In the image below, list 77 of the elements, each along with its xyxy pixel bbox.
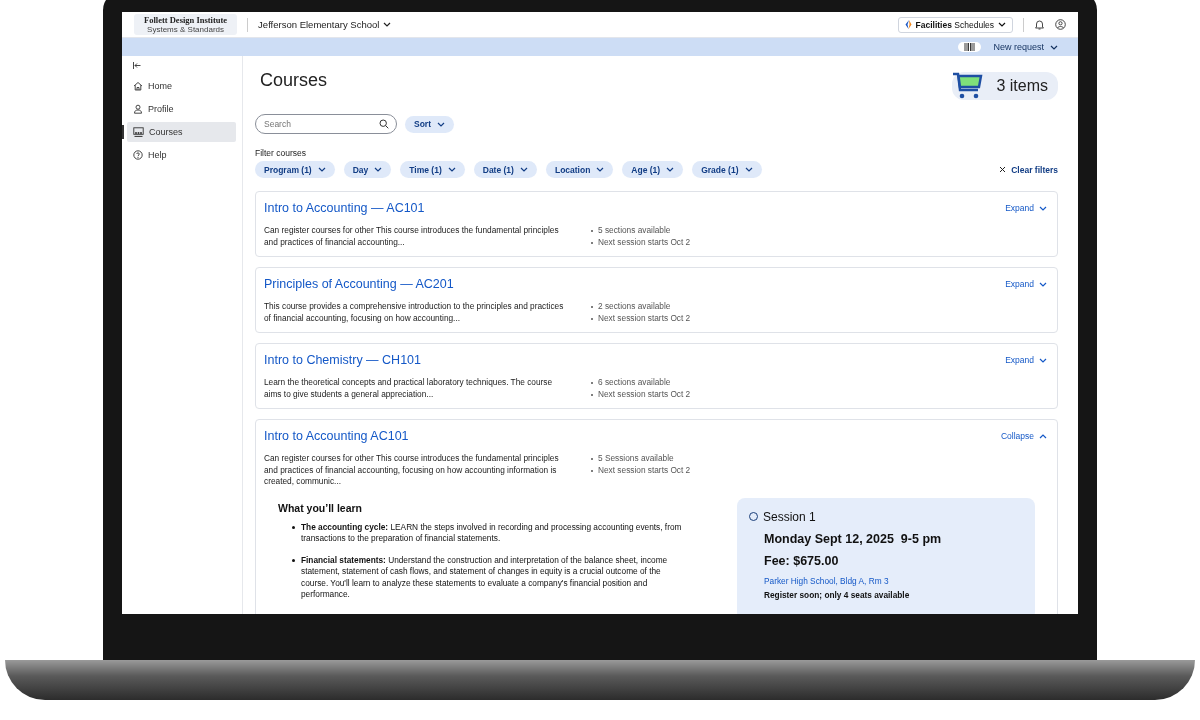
collapse-sidebar-icon[interactable] [133, 62, 141, 69]
seats-note: Register soon; only 4 seats available [764, 589, 911, 600]
cart-button[interactable]: 3 items [952, 72, 1058, 100]
new-request-menu[interactable]: New request [993, 42, 1058, 52]
chevron-down-icon [596, 167, 605, 172]
help-icon [133, 150, 143, 160]
sections-count: 5 Sessions available [598, 453, 674, 465]
course-description: Can register courses for other This course introduces the fundamental principles and practices of financial accounting, focusing on how accounting information is created, communic... [264, 453, 560, 488]
clear-filters-button[interactable]: Clear filters [999, 164, 1058, 175]
notification-bell-icon[interactable] [1034, 19, 1045, 30]
session-date: Monday Sept 12, 2025 9-5 pm [764, 531, 943, 546]
expand-button[interactable]: Expand [1005, 203, 1047, 213]
location-link[interactable]: Parker High School, Bldg A, Rm 3 [764, 575, 1023, 586]
session-name: Session 1 [763, 509, 816, 524]
bullet-icon [292, 525, 295, 529]
course-title[interactable]: Intro to Chemistry — CH101 [264, 353, 421, 367]
chevron-down-icon [1039, 357, 1047, 363]
filter-chip[interactable]: Location [545, 161, 614, 178]
page-title: Courses [260, 70, 328, 91]
logo[interactable]: Follett Design Institute Systems & Standards [134, 14, 238, 35]
course-description: Can register courses for other This course introduces the fundamental principles and practices of financial accounting... [264, 225, 560, 248]
filter-chip[interactable]: Program (1) [255, 161, 335, 178]
filter-chip[interactable]: Day [343, 161, 392, 178]
expand-button[interactable]: Expand [1005, 355, 1047, 365]
chevron-down-icon [998, 22, 1006, 27]
user-account-icon[interactable] [1055, 19, 1066, 30]
section-heading: What you’ll learn [278, 501, 363, 514]
barcode-button[interactable] [958, 42, 982, 52]
filter-chip[interactable]: Grade (1) [692, 161, 762, 178]
bullet-icon [292, 558, 295, 562]
collapse-button[interactable]: Collapse [1000, 431, 1047, 441]
chevron-down-icon [383, 22, 392, 27]
expand-button[interactable]: Expand [1005, 279, 1047, 289]
search-field[interactable]: Search [255, 114, 397, 134]
session-fee: Fee: $675.00 [764, 553, 840, 568]
next-session-date: Next session starts Oct 2 [598, 312, 691, 324]
learning-point: Financial statements: Understand the construction and interpretation of the balance sheet, income statement, statement of cash flows, and statement of changes in equity is a crucial outcome of the course. You'll learn to analyze these statements to evaluate a company's financial position and performance. [301, 554, 669, 601]
shopping-cart-icon [952, 72, 985, 100]
chevron-down-icon [374, 167, 383, 172]
course-description: This course provides a comprehensive introduction to the principles and practices of financial accounting, focusing on how accounting... [264, 301, 564, 324]
chevron-down-icon [447, 167, 456, 172]
sidebar-item[interactable]: Profile [127, 99, 236, 119]
person-icon [133, 104, 143, 114]
chevron-down-icon [1039, 281, 1047, 287]
sidebar-item[interactable]: Home [127, 76, 236, 96]
chevron-down-icon [437, 121, 445, 127]
sections-count: 2 sections available [598, 301, 671, 313]
school-selector[interactable]: Jefferson Elementary School [258, 19, 392, 30]
next-session-date: Next session starts Oct 2 [598, 388, 691, 400]
chevron-down-icon [317, 167, 326, 172]
sections-count: 5 sections available [598, 225, 671, 237]
learning-point: The accounting cycle: LEARN the steps involved in recording and processing accounting events, from transactions to the preparation of financial statements. [301, 521, 683, 545]
classroom-icon [133, 127, 144, 137]
course-description: Learn the theoretical concepts and practical laboratory techniques. The course aims to give students a general appreciation... [264, 377, 554, 400]
course-title[interactable]: Intro to Accounting — AC101 [264, 201, 425, 215]
chevron-down-icon [519, 167, 528, 172]
sections-count: 6 sections available [598, 377, 671, 389]
next-session-date: Next session starts Oct 2 [598, 464, 691, 476]
logo-icon [904, 20, 912, 29]
home-icon [133, 81, 143, 91]
filter-label: Filter courses [255, 148, 307, 158]
chevron-down-icon [744, 167, 753, 172]
filter-chip[interactable]: Time (1) [400, 161, 465, 178]
search-icon[interactable] [379, 119, 389, 129]
chevron-down-icon [1039, 205, 1047, 211]
chevron-down-icon [1050, 44, 1058, 50]
chevron-down-icon [666, 167, 675, 172]
course-title[interactable]: Principles of Accounting — AC201 [264, 277, 454, 291]
sidebar-item[interactable]: Help [127, 145, 236, 165]
next-session-date: Next session starts Oct 2 [598, 236, 691, 248]
filter-chip[interactable]: Date (1) [473, 161, 537, 178]
close-icon [999, 166, 1007, 173]
app-switcher[interactable]: Facilities Schedules [897, 16, 1013, 33]
course-title[interactable]: Intro to Accounting AC101 [264, 429, 409, 443]
sort-button[interactable]: Sort [405, 115, 454, 133]
chevron-up-icon [1039, 433, 1047, 439]
filter-chip[interactable]: Age (1) [622, 161, 684, 178]
